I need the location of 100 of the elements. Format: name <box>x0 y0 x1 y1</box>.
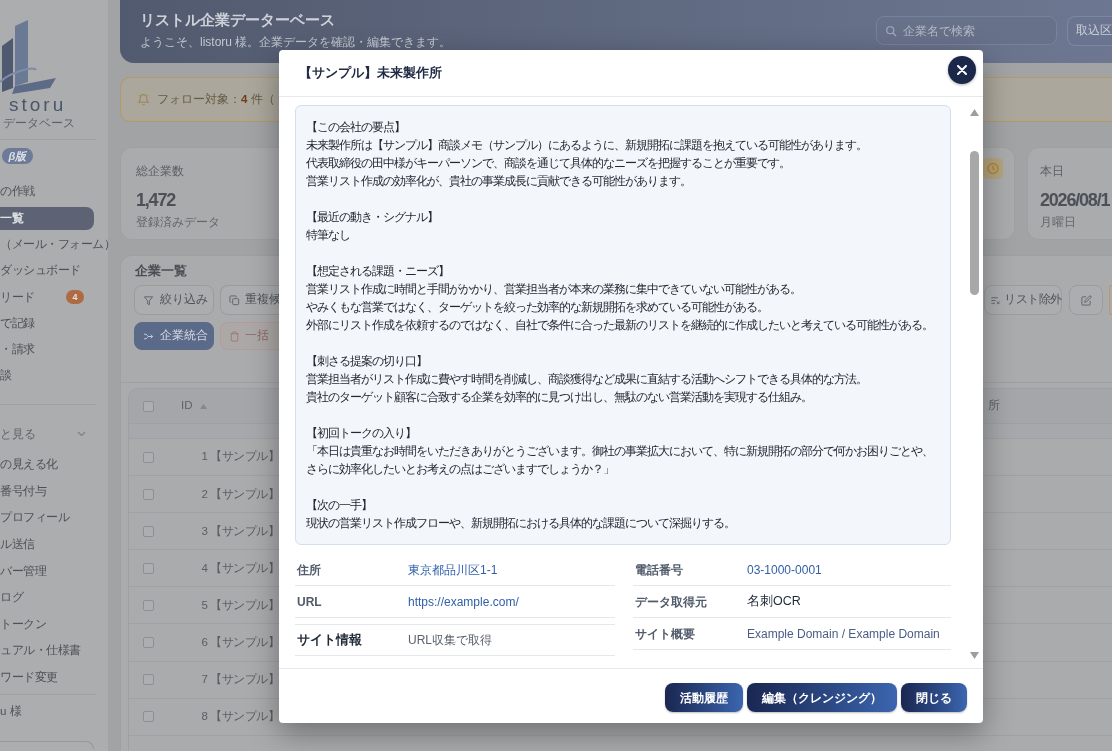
close-icon <box>957 65 967 75</box>
checkbox[interactable] <box>143 525 154 537</box>
checkbox[interactable] <box>143 637 154 648</box>
action-button[interactable] <box>1109 285 1112 315</box>
field-link[interactable]: 03-1000-0001 <box>747 560 822 579</box>
nav-item[interactable]: ログ <box>0 586 94 610</box>
memo-text: 特筆なし <box>306 228 351 244</box>
stat-value: 2026/08/1 <box>1040 189 1110 212</box>
field-value: 名刺OCR <box>747 593 801 611</box>
clock-icon <box>983 158 1003 179</box>
nav-item[interactable]: ュアル・仕様書 <box>0 639 94 663</box>
logo-tagline: データベース <box>3 116 75 130</box>
memo-text: 現状の営業リスト作成フローや、新規開拓における具体的な課題について深掘りする。 <box>306 516 736 532</box>
name-cell-text: 【サンプル】 <box>210 597 279 613</box>
nav-item[interactable]: ・請求 <box>0 338 94 362</box>
field-value: URL収集で取得 <box>408 632 492 649</box>
id-cell-text: 2 <box>200 486 208 502</box>
nav-item[interactable]: ル送信 <box>0 533 94 557</box>
nav-item[interactable]: ワード変更 <box>0 666 94 690</box>
stat-label: 総企業数 <box>136 164 184 178</box>
toolbar-button[interactable]: リスト除外 <box>984 285 1062 315</box>
close-button[interactable] <box>948 56 976 84</box>
nav-item[interactable]: トークン <box>0 612 94 636</box>
field-link[interactable]: 東京都品川区1-1 <box>408 560 498 579</box>
nav-item[interactable]: リード 4 <box>0 285 94 309</box>
edit-button[interactable] <box>1069 285 1103 315</box>
name-cell-text: 【サンプル】 <box>210 709 279 725</box>
history-button[interactable]: 活動履歴 <box>665 683 743 712</box>
checkbox[interactable] <box>143 488 154 500</box>
search-field[interactable]: 企業名で検索 <box>876 16 1057 45</box>
memo-heading: 【初回トークの入り】 <box>306 426 417 441</box>
stat-label: 本日 <box>1040 164 1064 178</box>
memo-text: 営業リスト作成の効率化が、貴社の事業成長に貢献できる可能性があります。 <box>306 174 692 189</box>
search-icon <box>885 24 897 37</box>
dialog-close-button[interactable]: 閉じる <box>901 683 967 712</box>
checkbox[interactable] <box>143 599 154 611</box>
stat-note: 月曜日 <box>1040 215 1076 229</box>
field-label: サイト情報 <box>296 631 363 649</box>
section-title: 企業一覧 <box>135 263 187 279</box>
checkbox[interactable] <box>143 562 154 574</box>
column-header[interactable]: 所 <box>988 397 1000 415</box>
nav-item[interactable]: プロフィール <box>0 506 94 530</box>
import-button[interactable]: 取込区 <box>1067 16 1112 46</box>
memo-heading: 【次の一手】 <box>306 498 373 513</box>
memo-text: 代表取締役の田中様がキーパーソンで、商談を通じて具体的なニーズを把握することが重要です。 <box>306 156 791 172</box>
edit-button[interactable]: 編集（クレンジング） <box>747 683 897 712</box>
nav-item[interactable]: の作戦 <box>0 180 94 204</box>
scrollbar-thumb[interactable] <box>970 151 979 295</box>
name-cell-text: 【サンプル】 <box>210 634 279 650</box>
name-cell-text: 【サンプル】 <box>210 523 279 539</box>
count-badge: 4 <box>66 290 84 305</box>
logo-text: storu <box>9 95 67 115</box>
list-remove-icon <box>990 294 1001 306</box>
nav-item[interactable]: 一覧 <box>0 206 94 230</box>
page-title: リストル企業データーベース <box>140 10 335 30</box>
memo-text: やみくもな営業ではなく、ターゲットを絞った効率的な新規開拓を求めている可能性がある。 <box>306 300 769 316</box>
id-cell-text: 6 <box>200 634 208 650</box>
name-cell-text: 【サンプル】 <box>210 449 279 465</box>
pencil-icon <box>1080 294 1092 306</box>
field-label: 住所 <box>295 561 322 579</box>
checkbox[interactable] <box>143 451 154 463</box>
beta-badge: β版 <box>2 148 33 164</box>
memo-text: 貴社のターゲット顧客に合致する企業を効率的に見つけ出し、無駄のない営業活動を実現する仕組み。 <box>306 390 813 406</box>
nav-item[interactable]: （メール・フォーム） <box>0 233 115 257</box>
memo-text: 営業担当者がリスト作成に費やす時間を削減し、商談獲得など成果に直結する活動へシフトできる具体的な方法。 <box>306 372 868 388</box>
toolbar-button[interactable]: 企業統合 <box>134 322 214 350</box>
nav-item[interactable]: の見える化 <box>0 453 94 477</box>
memo-heading: 【想定される課題・ニーズ】 <box>306 264 450 279</box>
user-name: u 様 <box>0 703 22 719</box>
memo-heading: 【刺さる提案の切り口】 <box>306 354 428 369</box>
copy-icon <box>229 294 240 306</box>
name-cell-text: 【サンプル】 <box>210 486 279 502</box>
column-header[interactable]: ID <box>181 397 207 415</box>
field-link[interactable]: https://example.com/ <box>408 592 519 611</box>
dialog-title: 【サンプル】未来製作所 <box>299 65 442 81</box>
nav-item[interactable]: で記録 <box>0 312 94 335</box>
nav-item[interactable]: ダッシュボード <box>0 259 94 283</box>
stat-note: 登録済みデータ <box>136 215 220 229</box>
section-toggle[interactable]: と見る <box>0 422 94 446</box>
memo-text: 未来製作所は【サンプル】商談メモ（サンプル）にあるように、新規開拓に課題を抱えている可能性があります。 <box>306 138 868 153</box>
checkbox[interactable] <box>143 674 154 686</box>
id-cell-text: 5 <box>200 597 208 613</box>
scroll-up-icon[interactable] <box>970 109 979 116</box>
alert-text: フォロー対象：4 件（ <box>157 91 275 107</box>
scroll-down-icon[interactable] <box>970 652 979 659</box>
checkbox[interactable] <box>143 711 154 723</box>
id-cell-text: 8 <box>200 709 208 725</box>
field-label: データ取得元 <box>634 593 708 611</box>
field-label: 電話番号 <box>634 561 684 579</box>
nav-item[interactable]: 番号付与 <box>0 479 94 503</box>
toolbar-button[interactable]: 絞り込み <box>134 285 214 315</box>
bell-icon <box>137 93 150 106</box>
trash-icon <box>229 330 240 342</box>
memo-text: 「本日は貴重なお時間をいただきありがとうございます。御社の事業拡大において、特に新規開拓の部分で何かお困りごとや、さらに効率化したいとお考えの点はございますでしょうか？」 <box>306 444 934 477</box>
nav-item[interactable]: 談 <box>0 364 94 388</box>
field-value: Example Domain / Example Domain <box>747 625 940 643</box>
name-cell-text: 【サンプル】 <box>210 560 279 576</box>
name-cell-text: 【サンプル】 <box>210 672 279 687</box>
nav-item[interactable]: バー管理 <box>0 559 94 583</box>
checkbox[interactable] <box>143 400 154 412</box>
